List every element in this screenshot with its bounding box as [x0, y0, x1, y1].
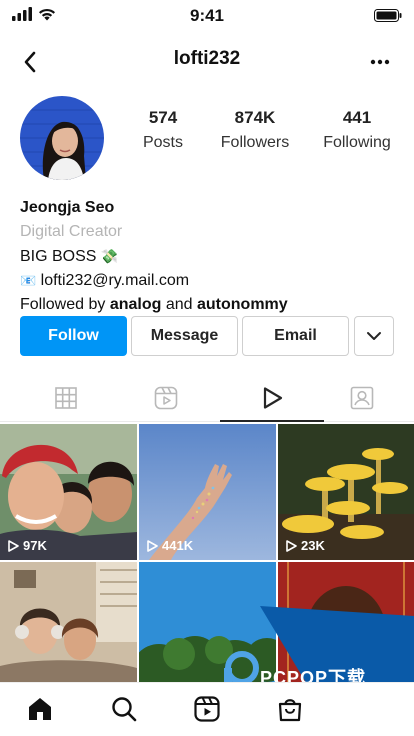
battery-icon	[374, 9, 402, 27]
play-icon	[8, 539, 19, 552]
followers-count: 874K	[234, 108, 276, 127]
more-options-button[interactable]	[366, 48, 394, 76]
play-icon	[263, 387, 282, 409]
nav-search[interactable]	[110, 695, 138, 723]
profile-stats: 574 Posts 874K Followers 441 Following	[130, 108, 410, 158]
money-emoji: 💸	[100, 248, 119, 264]
view-count-text: 441K	[162, 538, 194, 553]
stat-followers[interactable]: 874K Followers	[210, 108, 300, 152]
bio-text: BIG BOSS	[20, 248, 97, 265]
followers-label: Followers	[220, 134, 290, 151]
grid-thumbnail	[139, 562, 276, 682]
tab-reels[interactable]	[114, 374, 217, 422]
followed-by-prefix: Followed by	[20, 296, 106, 313]
nav-shop[interactable]	[276, 695, 304, 723]
play-icon	[286, 539, 297, 552]
stat-posts[interactable]: 574 Posts	[118, 108, 208, 152]
status-bar: 9:41	[0, 0, 414, 32]
grid-item[interactable]: 97K	[0, 424, 137, 560]
active-tab-indicator	[220, 420, 324, 422]
followed-by: Followed by analog and autonommy	[20, 293, 400, 317]
video-grid: 97K 441K 23K	[0, 424, 414, 682]
profile-bio: Jeongja Seo Digital Creator BIG BOSS 💸 📧…	[20, 196, 400, 317]
tab-videos[interactable]	[220, 374, 323, 422]
more-icon	[370, 59, 390, 65]
profile-actions: Follow Message Email	[20, 316, 394, 356]
username-title: lofti232	[173, 48, 241, 69]
posts-label: Posts	[142, 134, 183, 151]
nav-reels[interactable]	[193, 695, 221, 723]
email-emoji: 📧	[20, 273, 37, 288]
play-icon	[147, 539, 158, 552]
profile-name: Jeongja Seo	[20, 199, 115, 216]
shop-icon	[278, 699, 302, 722]
chevron-down-icon	[367, 332, 381, 340]
home-icon	[29, 698, 51, 720]
tab-posts[interactable]	[14, 374, 117, 422]
follow-button[interactable]: Follow	[20, 316, 127, 356]
grid-item[interactable]	[0, 562, 137, 682]
profile-category: Digital Creator	[20, 223, 123, 240]
grid-item[interactable]	[278, 562, 414, 682]
bottom-nav	[0, 682, 414, 736]
followed-by-user-2[interactable]: autonommy	[197, 296, 288, 313]
posts-count: 574	[148, 108, 178, 127]
bio-email[interactable]: lofti232@ry.mail.com	[41, 272, 189, 289]
reels-icon	[154, 386, 177, 410]
avatar[interactable]	[20, 96, 104, 180]
followed-by-user-1[interactable]: analog	[110, 296, 162, 313]
grid-thumbnail	[0, 562, 137, 682]
suggested-dropdown-button[interactable]	[354, 316, 394, 356]
profile-header: lofti232	[0, 40, 414, 80]
view-count: 23K	[285, 538, 325, 553]
bio-text-line: BIG BOSS 💸	[20, 244, 400, 269]
search-icon	[112, 697, 137, 722]
email-button[interactable]: Email	[242, 316, 349, 356]
view-count-text: 23K	[301, 538, 325, 553]
following-count: 441	[342, 108, 372, 127]
tab-tagged[interactable]	[310, 374, 413, 422]
stat-following[interactable]: 441 Following	[312, 108, 402, 152]
grid-thumbnail	[278, 562, 414, 682]
grid-icon	[54, 387, 77, 409]
view-count: 441K	[146, 538, 193, 553]
followed-by-conj: and	[165, 296, 193, 313]
bio-email-line: 📧 lofti232@ry.mail.com	[20, 269, 400, 293]
following-label: Following	[323, 134, 391, 151]
message-button[interactable]: Message	[131, 316, 238, 356]
nav-home[interactable]	[26, 695, 54, 723]
grid-item[interactable]	[139, 562, 276, 682]
reels-icon	[194, 696, 220, 722]
grid-item[interactable]: 441K	[139, 424, 276, 560]
tabs-divider	[0, 421, 414, 422]
grid-item[interactable]: 23K	[278, 424, 414, 560]
tagged-icon	[350, 386, 373, 410]
profile-tabs	[0, 374, 414, 422]
view-count-text: 97K	[23, 538, 47, 553]
status-time: 9:41	[189, 6, 225, 25]
avatar-photo	[20, 96, 104, 180]
view-count: 97K	[7, 538, 47, 553]
